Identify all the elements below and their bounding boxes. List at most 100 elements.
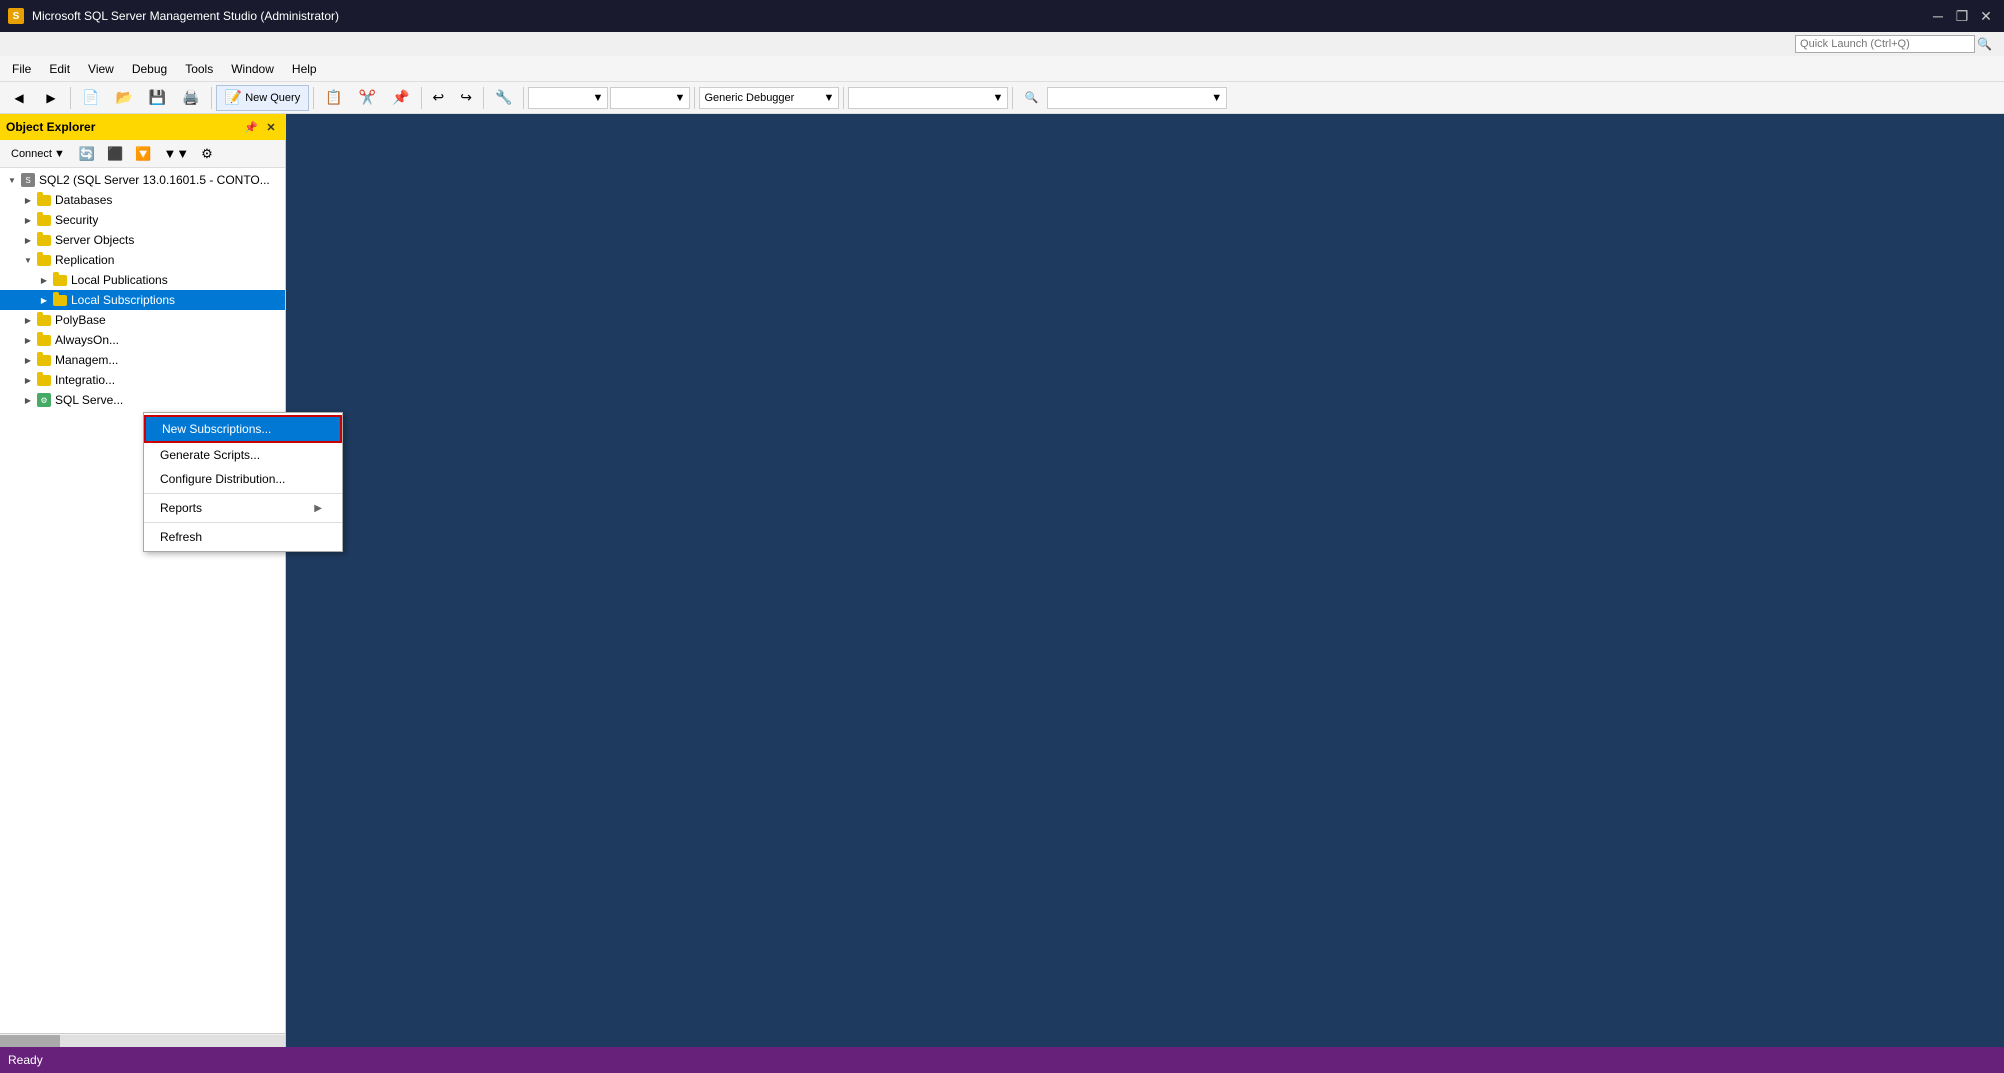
- connect-button[interactable]: Connect ▼: [4, 143, 72, 165]
- alwayson-folder-icon: [36, 332, 52, 348]
- main-toolbar: ◀ ▶ 📄 📂 💾 🖨️ 📝 New Query 📋 ✂️ 📌 ↩ ↪ 🔧: [0, 82, 2004, 114]
- menu-help[interactable]: Help: [284, 58, 325, 80]
- close-button[interactable]: ✕: [1976, 6, 1996, 26]
- oe-filter-icon: 🔽: [135, 146, 151, 162]
- tree-item-replication[interactable]: ▼ Replication: [0, 250, 285, 270]
- back-icon: ◀: [11, 90, 27, 106]
- tree-item-alwayson[interactable]: ▶ AlwaysOn...: [0, 330, 285, 350]
- tree-item-management[interactable]: ▶ Managem...: [0, 350, 285, 370]
- oe-horizontal-scrollbar[interactable]: [0, 1033, 285, 1047]
- restore-button[interactable]: ❐: [1952, 6, 1972, 26]
- pin-icon[interactable]: 📌: [243, 119, 259, 135]
- security-folder: [37, 215, 51, 226]
- config-dropdown[interactable]: ▼: [848, 87, 1008, 109]
- menu-edit[interactable]: Edit: [41, 58, 78, 80]
- quick-launch-input[interactable]: [1795, 35, 1975, 53]
- database-dropdown-arrow: ▼: [593, 92, 604, 104]
- oe-options-button[interactable]: ⚙: [196, 143, 218, 165]
- debugger-dropdown[interactable]: Generic Debugger ▼: [699, 87, 839, 109]
- menu-file[interactable]: File: [4, 58, 39, 80]
- tree-item-databases[interactable]: ▶ Databases: [0, 190, 285, 210]
- server-node[interactable]: ▼ S SQL2 (SQL Server 13.0.1601.5 - CONTO…: [0, 170, 285, 190]
- oe-header-controls: 📌 ✕: [243, 119, 279, 135]
- alwayson-folder: [37, 335, 51, 346]
- database-dropdown[interactable]: ▼: [528, 87, 608, 109]
- context-menu-sep-2: [144, 522, 342, 523]
- separator-5: [483, 87, 484, 109]
- connect-label: Connect: [11, 148, 52, 160]
- oe-toolbar: Connect ▼ 🔄 ⬛ 🔽 ▼▼ ⚙: [0, 140, 285, 168]
- context-menu-generate-scripts[interactable]: Generate Scripts...: [144, 443, 342, 467]
- undo-button[interactable]: ↩: [426, 85, 452, 111]
- context-menu-new-subscriptions[interactable]: New Subscriptions...: [144, 415, 342, 443]
- tree-item-local-publications[interactable]: ▶ Local Publications: [0, 270, 285, 290]
- minimize-button[interactable]: ─: [1928, 6, 1948, 26]
- context-menu-configure-distribution[interactable]: Configure Distribution...: [144, 467, 342, 491]
- toolbar-icon-btn-4[interactable]: 🖨️: [175, 85, 206, 111]
- redo-button[interactable]: ↪: [453, 85, 479, 111]
- toolbar-icon-2: 📂: [115, 89, 132, 106]
- toolbar-icon-3: 💾: [149, 89, 166, 106]
- local-pubs-folder: [53, 275, 67, 286]
- context-menu-refresh[interactable]: Refresh: [144, 525, 342, 549]
- title-bar-controls: ─ ❐ ✕: [1928, 6, 1996, 26]
- generate-scripts-label: Generate Scripts...: [160, 448, 260, 462]
- tree-item-sql-agent[interactable]: ▶ ⚙ SQL Serve...: [0, 390, 285, 410]
- oe-refresh-icon: 🔄: [79, 146, 95, 162]
- toolbar-icon-btn-2[interactable]: 📂: [108, 85, 139, 111]
- oe-collapse-icon: ▼▼: [163, 146, 189, 161]
- debugger-arrow: ▼: [824, 92, 835, 104]
- tree-item-server-objects[interactable]: ▶ Server Objects: [0, 230, 285, 250]
- new-query-button[interactable]: 📝 New Query: [216, 85, 309, 111]
- server-folder-icon: S: [20, 172, 36, 188]
- tree-item-security[interactable]: ▶ Security: [0, 210, 285, 230]
- polybase-folder-icon: [36, 312, 52, 328]
- tree-item-local-subscriptions[interactable]: ▶ Local Subscriptions: [0, 290, 285, 310]
- oe-filter-button[interactable]: 🔽: [130, 143, 156, 165]
- search-button[interactable]: 🔍: [1017, 85, 1045, 111]
- oe-collapse-button[interactable]: ▼▼: [158, 143, 194, 165]
- oe-refresh-button[interactable]: 🔄: [74, 143, 100, 165]
- toolbar-icon-btn-6[interactable]: ✂️: [352, 85, 383, 111]
- replication-expand-icon: ▼: [20, 252, 36, 268]
- tree-item-polybase[interactable]: ▶ PolyBase: [0, 310, 285, 330]
- refresh-label: Refresh: [160, 530, 202, 544]
- connect-arrow-icon: ▼: [54, 148, 65, 160]
- menu-debug[interactable]: Debug: [124, 58, 175, 80]
- schema-dropdown[interactable]: ▼: [610, 87, 690, 109]
- redo-icon: ↪: [460, 89, 472, 106]
- oe-stop-button[interactable]: ⬛: [102, 143, 128, 165]
- tree-view[interactable]: ▼ S SQL2 (SQL Server 13.0.1601.5 - CONTO…: [0, 168, 285, 1033]
- polybase-label: PolyBase: [55, 313, 106, 327]
- search-dropdown[interactable]: ▼: [1047, 87, 1227, 109]
- databases-expand-icon: ▶: [20, 192, 36, 208]
- oe-close-icon[interactable]: ✕: [263, 119, 279, 135]
- menu-window[interactable]: Window: [223, 58, 282, 80]
- toolbar-icon-btn-5[interactable]: 📋: [318, 85, 349, 111]
- forward-icon: ▶: [43, 90, 59, 106]
- oe-scrollbar-thumb: [0, 1035, 60, 1047]
- context-menu-reports[interactable]: Reports ▶: [144, 496, 342, 520]
- tree-item-integration[interactable]: ▶ Integratio...: [0, 370, 285, 390]
- polybase-expand-icon: ▶: [20, 312, 36, 328]
- security-label: Security: [55, 213, 98, 227]
- integration-folder-icon: [36, 372, 52, 388]
- nav-forward-button[interactable]: ▶: [36, 85, 66, 111]
- reports-submenu-arrow: ▶: [314, 503, 322, 514]
- toolbar-icon-8: 🔧: [495, 89, 512, 106]
- toolbar-icon-4: 🖨️: [182, 89, 199, 106]
- toolbar-icon-btn-8[interactable]: 🔧: [488, 85, 519, 111]
- toolbar-icon-btn-7[interactable]: 📌: [385, 85, 416, 111]
- separator-7: [694, 87, 695, 109]
- toolbar-icon-btn-1[interactable]: 📄: [75, 85, 106, 111]
- menu-view[interactable]: View: [80, 58, 122, 80]
- toolbar-icon-btn-3[interactable]: 💾: [142, 85, 173, 111]
- nav-back-button[interactable]: ◀: [4, 85, 34, 111]
- separator-4: [421, 87, 422, 109]
- databases-folder: [37, 195, 51, 206]
- menu-tools[interactable]: Tools: [177, 58, 221, 80]
- replication-folder-icon: [36, 252, 52, 268]
- context-menu: New Subscriptions... Generate Scripts...…: [143, 412, 343, 552]
- sql-agent-folder-icon: ⚙: [36, 392, 52, 408]
- separator-2: [211, 87, 212, 109]
